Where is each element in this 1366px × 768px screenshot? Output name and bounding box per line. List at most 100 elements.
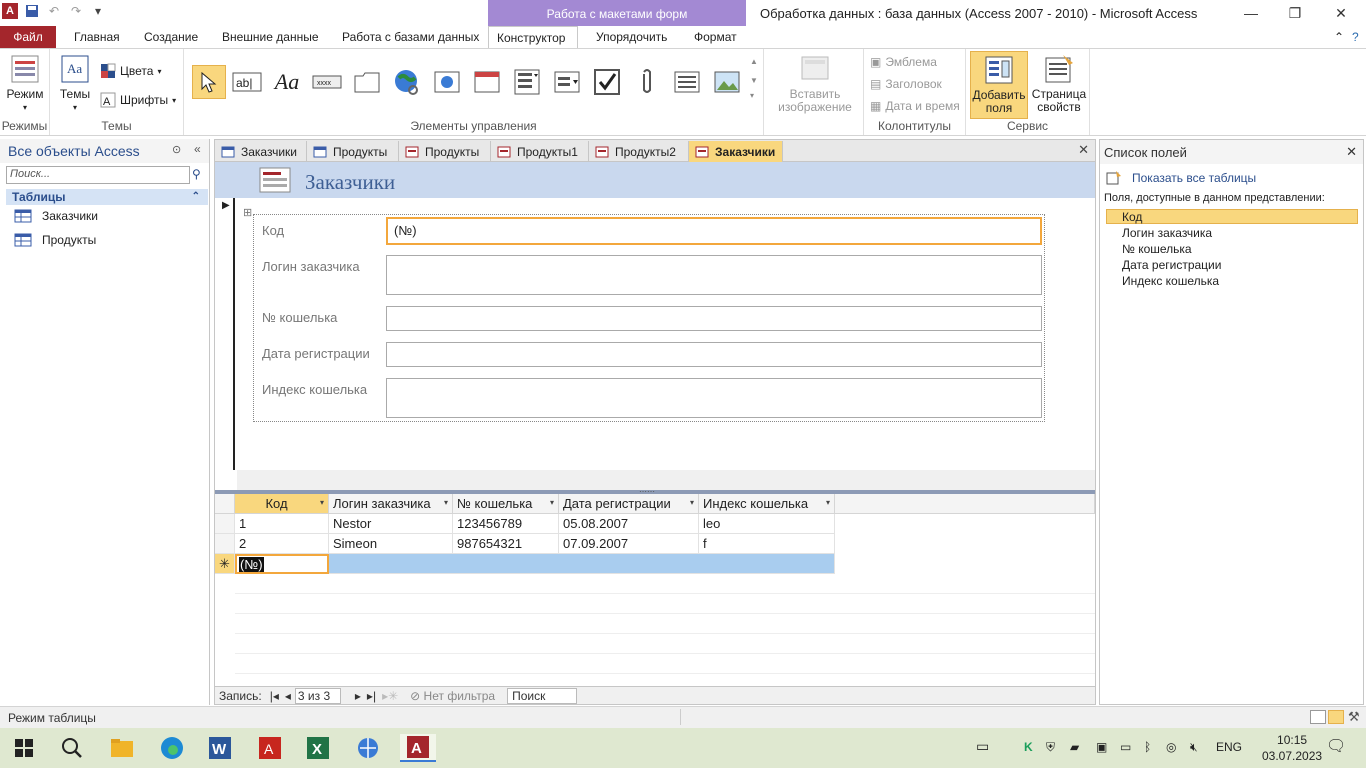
minimize-button[interactable]: —: [1228, 0, 1274, 26]
nav-item-customers[interactable]: Заказчики: [14, 209, 98, 223]
edge-browser-icon[interactable]: [158, 734, 186, 762]
cell-login[interactable]: Nestor: [329, 514, 453, 534]
select-pointer-icon[interactable]: [192, 65, 226, 99]
last-record-icon[interactable]: ▸|: [367, 689, 376, 703]
save-icon[interactable]: [24, 3, 40, 19]
nav-search-input[interactable]: Поиск...: [6, 166, 190, 184]
tab-format[interactable]: Формат: [686, 26, 745, 48]
nav-item-products[interactable]: Продукты: [14, 233, 96, 247]
insert-image-button[interactable]: Вставить изображение: [770, 53, 860, 114]
access-taskbar-icon[interactable]: A: [400, 734, 436, 762]
layout-move-handle-icon[interactable]: ⊞: [243, 206, 252, 219]
tab-database-tools[interactable]: Работа с базами данных: [334, 26, 487, 48]
nvidia-icon[interactable]: ▰: [1070, 740, 1079, 754]
nav-collapse-icon[interactable]: «: [194, 142, 201, 156]
field-input-wallet-index[interactable]: [386, 378, 1042, 418]
column-header-reg-date[interactable]: Дата регистрации ▾: [559, 494, 699, 514]
network-globe-icon[interactable]: ◎: [1166, 740, 1176, 754]
doc-tab-products-table[interactable]: Продукты: [307, 141, 399, 162]
column-header-add-field[interactable]: [835, 494, 1095, 514]
cell-wallet-index[interactable]: f: [699, 534, 835, 554]
network-app-icon[interactable]: [354, 734, 382, 762]
column-filter-icon[interactable]: ▾: [826, 498, 830, 507]
current-record-input[interactable]: 3 из 3: [294, 687, 341, 704]
doc-tab-products2-form[interactable]: Продукты2: [589, 141, 689, 162]
themes-button[interactable]: Aa Темы ▾: [56, 53, 94, 114]
nav-pane-header[interactable]: Все объекты Access ⊙ «: [0, 139, 209, 163]
add-fields-button[interactable]: Добавить поля: [970, 51, 1028, 119]
attachment-control-icon[interactable]: [630, 65, 664, 99]
column-filter-icon[interactable]: ▾: [550, 498, 554, 507]
section-collapse-icon[interactable]: ⌃: [192, 189, 200, 205]
security-shield-icon[interactable]: ⛨: [1046, 740, 1055, 755]
column-header-wallet-index[interactable]: Индекс кошелька ▾: [699, 494, 835, 514]
tab-create[interactable]: Создание: [136, 26, 206, 48]
logo-button[interactable]: ▣ Эмблема: [870, 55, 937, 69]
kaspersky-icon[interactable]: K: [1024, 740, 1033, 754]
tray-app-icon[interactable]: ▣: [1096, 740, 1107, 754]
nav-menu-icon[interactable]: ⊙: [172, 143, 181, 156]
language-indicator[interactable]: ENG: [1216, 740, 1242, 754]
colors-button[interactable]: Цвета ▾: [100, 63, 161, 79]
clock[interactable]: 10:15 03.07.2023: [1262, 732, 1322, 764]
check-box-control-icon[interactable]: [590, 65, 624, 99]
row-selector[interactable]: [215, 534, 235, 554]
tab-external-data[interactable]: Внешние данные: [214, 26, 327, 48]
mode-button[interactable]: Режим ▾: [4, 53, 46, 114]
record-search-input[interactable]: Поиск: [507, 687, 578, 704]
field-item-login[interactable]: Логин заказчика: [1122, 226, 1212, 240]
list-box-control-icon[interactable]: [510, 65, 544, 99]
option-group-control-icon[interactable]: [670, 65, 704, 99]
combo-box-control-icon[interactable]: [550, 65, 584, 99]
button-control-icon[interactable]: xxxx: [310, 65, 344, 99]
web-browser-control-icon[interactable]: [430, 65, 464, 99]
search-taskbar-icon[interactable]: [58, 734, 86, 762]
tab-control-icon[interactable]: [350, 65, 384, 99]
controls-gallery-scroll[interactable]: ▲ ▼ ▾: [750, 57, 762, 115]
tab-home[interactable]: Главная: [66, 26, 128, 48]
field-input-id[interactable]: (№): [386, 217, 1042, 245]
form-view-switch-icon[interactable]: [1310, 710, 1326, 724]
cell-wallet-index[interactable]: leo: [699, 514, 835, 534]
doc-tab-customers-form[interactable]: Заказчики: [689, 141, 783, 162]
cell-id[interactable]: 1: [235, 514, 329, 534]
new-row-cells[interactable]: [329, 554, 835, 574]
tab-arrange[interactable]: Упорядочить: [588, 26, 675, 48]
restore-button[interactable]: ❐: [1272, 0, 1318, 26]
close-document-icon[interactable]: ✕: [1078, 142, 1089, 158]
layout-view-switch-icon[interactable]: [1328, 710, 1344, 724]
column-filter-icon[interactable]: ▾: [320, 498, 324, 507]
cell-reg-date[interactable]: 07.09.2007: [559, 534, 699, 554]
fonts-button[interactable]: A Шрифты ▾: [100, 92, 176, 108]
first-record-icon[interactable]: |◂: [270, 689, 279, 703]
bluetooth-icon[interactable]: ᛒ: [1144, 740, 1151, 754]
word-icon[interactable]: W: [206, 734, 234, 762]
access-app-icon[interactable]: A: [2, 3, 18, 19]
close-field-list-icon[interactable]: ✕: [1346, 144, 1357, 160]
column-header-login[interactable]: Логин заказчика ▾: [329, 494, 453, 514]
show-all-tables-link[interactable]: Показать все таблицы: [1106, 170, 1256, 186]
start-button-icon[interactable]: [10, 734, 38, 762]
help-icon[interactable]: ?: [1344, 26, 1366, 48]
file-explorer-icon[interactable]: [108, 734, 136, 762]
new-record-marker-icon[interactable]: ✳: [215, 554, 235, 574]
filter-status[interactable]: ⊘ Нет фильтра: [410, 689, 495, 703]
navigation-control-icon[interactable]: [470, 65, 504, 99]
cell-login[interactable]: Simeon: [329, 534, 453, 554]
field-input-login[interactable]: [386, 255, 1042, 295]
design-view-switch-icon[interactable]: ⚒: [1348, 709, 1360, 725]
doc-tab-customers-table[interactable]: Заказчики: [215, 141, 307, 162]
field-item-wallet[interactable]: № кошелька: [1122, 242, 1192, 256]
label-control-icon[interactable]: Aa: [270, 65, 304, 99]
next-record-icon[interactable]: ▸: [355, 689, 361, 703]
column-header-id[interactable]: Код ▾: [235, 494, 329, 514]
cell-new-id[interactable]: (№): [235, 554, 329, 574]
notifications-icon[interactable]: 🗨︎: [1326, 736, 1346, 756]
record-selector[interactable]: ▶: [219, 198, 235, 470]
battery-icon[interactable]: ▭: [1120, 740, 1131, 754]
undo-icon[interactable]: ↶: [46, 3, 62, 19]
column-header-wallet[interactable]: № кошелька ▾: [453, 494, 559, 514]
textbox-control-icon[interactable]: ab|: [230, 65, 264, 99]
customize-qat-icon[interactable]: ▾: [90, 3, 106, 19]
field-input-wallet[interactable]: [386, 306, 1042, 331]
